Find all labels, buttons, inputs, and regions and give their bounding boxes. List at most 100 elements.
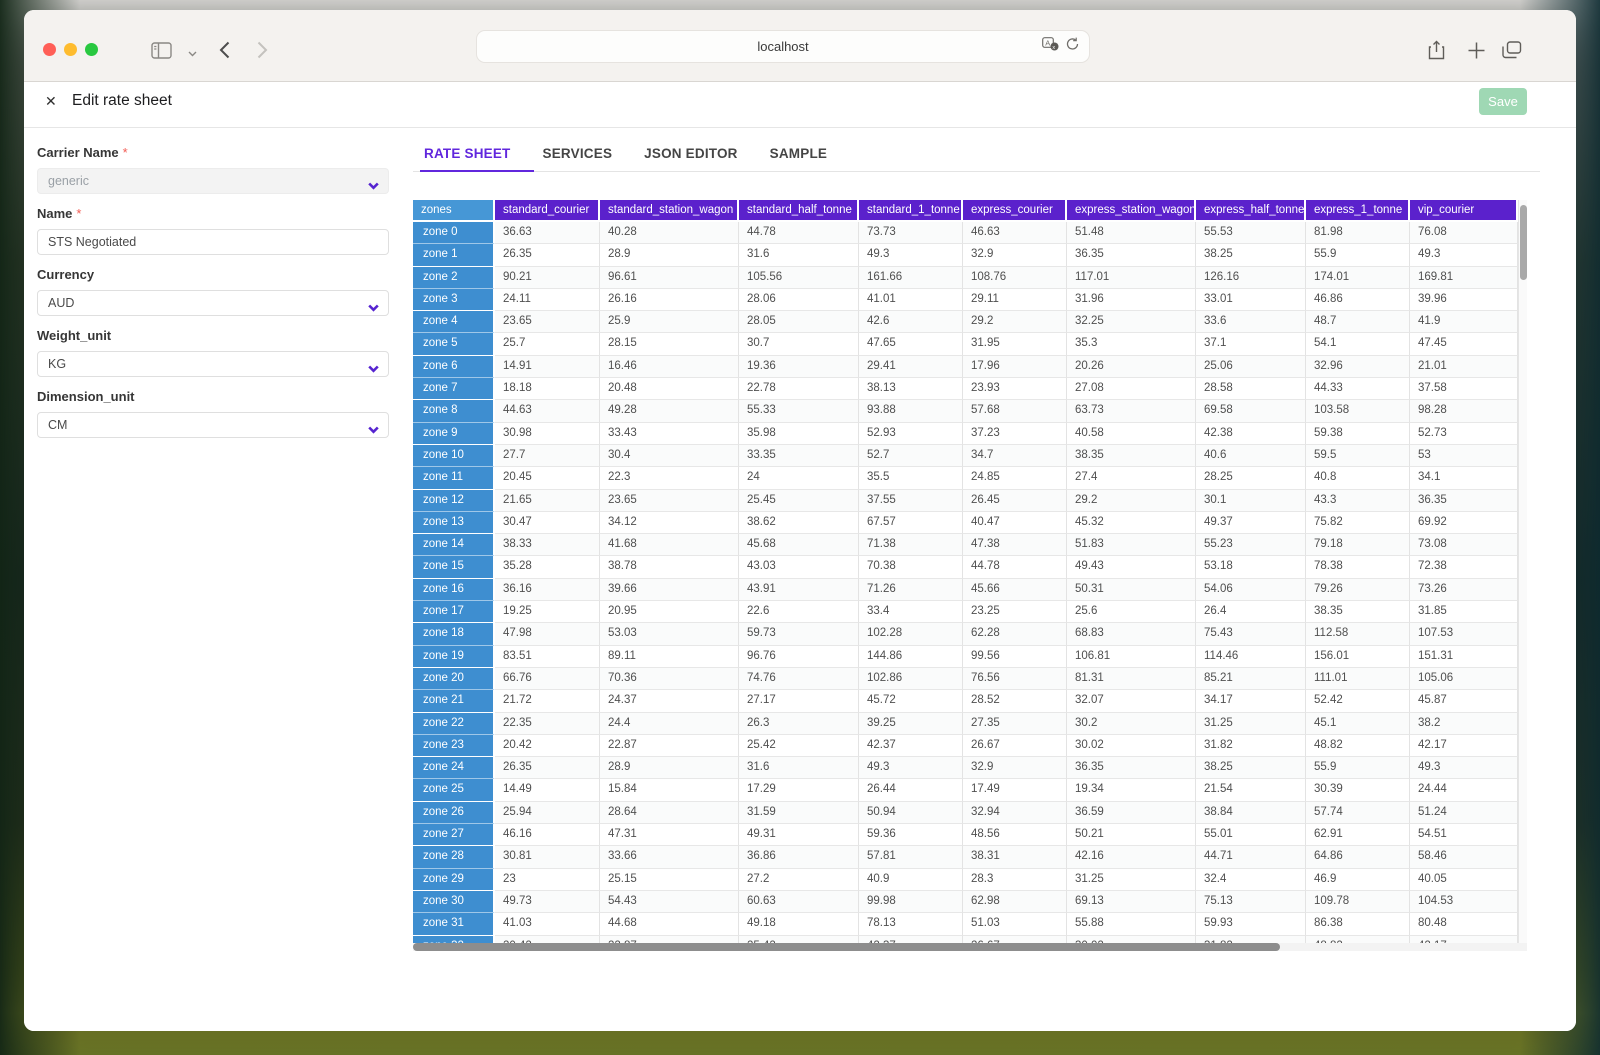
rate-cell[interactable]: 42.38 <box>1196 423 1306 445</box>
rate-cell[interactable]: 38.31 <box>963 846 1067 868</box>
minimize-window-button[interactable] <box>64 43 77 56</box>
rate-cell[interactable]: 28.25 <box>1196 467 1306 489</box>
rate-cell[interactable]: 22.6 <box>739 601 859 623</box>
rate-cell[interactable]: 31.6 <box>739 244 859 266</box>
rate-cell[interactable]: 62.98 <box>963 891 1067 913</box>
rate-cell[interactable]: 26.35 <box>495 757 600 779</box>
rate-cell[interactable]: 22.87 <box>600 735 739 757</box>
rate-cell[interactable]: 30.1 <box>1196 490 1306 512</box>
rate-cell[interactable]: 14.91 <box>495 356 600 378</box>
rate-cell[interactable]: 31.6 <box>739 757 859 779</box>
rate-cell[interactable]: 40.47 <box>963 512 1067 534</box>
rate-cell[interactable]: 53.03 <box>600 623 739 645</box>
rate-cell[interactable]: 104.53 <box>1410 891 1518 913</box>
rate-cell[interactable]: 31.82 <box>1196 735 1306 757</box>
carrier-name-select[interactable]: generic <box>37 168 389 194</box>
rate-cell[interactable]: 44.33 <box>1306 378 1410 400</box>
rate-cell[interactable]: 44.63 <box>495 400 600 422</box>
rate-cell[interactable]: 45.87 <box>1410 690 1518 712</box>
rate-cell[interactable]: 38.84 <box>1196 802 1306 824</box>
rate-cell[interactable]: 31.25 <box>1067 869 1196 891</box>
rate-cell[interactable]: 40.6 <box>1196 445 1306 467</box>
rate-cell[interactable]: 96.61 <box>600 267 739 289</box>
rate-cell[interactable]: 24.11 <box>495 289 600 311</box>
rate-cell[interactable]: 105.06 <box>1410 668 1518 690</box>
rate-cell[interactable]: 37.1 <box>1196 333 1306 355</box>
rate-cell[interactable]: 71.26 <box>859 579 963 601</box>
rate-cell[interactable]: 57.74 <box>1306 802 1410 824</box>
rate-cell[interactable]: 42.16 <box>1067 846 1196 868</box>
rate-cell[interactable]: 38.33 <box>495 534 600 556</box>
rate-cell[interactable]: 39.96 <box>1410 289 1518 311</box>
rate-cell[interactable]: 114.46 <box>1196 646 1306 668</box>
rate-cell[interactable]: 22.35 <box>495 713 600 735</box>
rate-cell[interactable]: 75.43 <box>1196 623 1306 645</box>
rate-cell[interactable]: 35.98 <box>739 423 859 445</box>
rate-cell[interactable]: 28.06 <box>739 289 859 311</box>
rate-cell[interactable]: 30.4 <box>600 445 739 467</box>
new-tab-icon[interactable] <box>1464 38 1488 62</box>
currency-select[interactable]: AUD <box>37 290 389 316</box>
rate-cell[interactable]: 32.96 <box>1306 356 1410 378</box>
rate-cell[interactable]: 31.85 <box>1410 601 1518 623</box>
rate-cell[interactable]: 83.51 <box>495 646 600 668</box>
rate-cell[interactable]: 34.7 <box>963 445 1067 467</box>
rate-cell[interactable]: 40.58 <box>1067 423 1196 445</box>
rate-cell[interactable]: 62.91 <box>1306 824 1410 846</box>
rate-cell[interactable]: 20.45 <box>495 467 600 489</box>
rate-cell[interactable]: 45.72 <box>859 690 963 712</box>
rate-cell[interactable]: 17.29 <box>739 779 859 801</box>
rate-cell[interactable]: 46.63 <box>963 222 1067 244</box>
tab-services[interactable]: SERVICES <box>539 144 636 171</box>
rate-cell[interactable]: 60.63 <box>739 891 859 913</box>
rate-cell[interactable]: 80.48 <box>1410 913 1518 935</box>
rate-cell[interactable]: 85.21 <box>1196 668 1306 690</box>
rate-cell[interactable]: 86.38 <box>1306 913 1410 935</box>
rate-cell[interactable]: 75.13 <box>1196 891 1306 913</box>
rate-cell[interactable]: 43.03 <box>739 556 859 578</box>
rate-cell[interactable]: 34.17 <box>1196 690 1306 712</box>
rate-cell[interactable]: 20.48 <box>600 378 739 400</box>
rate-cell[interactable]: 55.01 <box>1196 824 1306 846</box>
rate-cell[interactable]: 14.49 <box>495 779 600 801</box>
rate-cell[interactable]: 25.15 <box>600 869 739 891</box>
rate-cell[interactable]: 29.2 <box>1067 490 1196 512</box>
rate-cell[interactable]: 49.43 <box>1067 556 1196 578</box>
rate-cell[interactable]: 68.83 <box>1067 623 1196 645</box>
rate-cell[interactable]: 51.83 <box>1067 534 1196 556</box>
chevron-down-icon[interactable] <box>180 42 204 66</box>
rate-cell[interactable]: 32.9 <box>963 757 1067 779</box>
rate-cell[interactable]: 19.25 <box>495 601 600 623</box>
rate-cell[interactable]: 38.2 <box>1410 713 1518 735</box>
rate-cell[interactable]: 33.43 <box>600 423 739 445</box>
rate-cell[interactable]: 23.93 <box>963 378 1067 400</box>
address-bar[interactable]: localhost A x <box>476 30 1090 63</box>
rate-cell[interactable]: 38.25 <box>1196 244 1306 266</box>
rate-cell[interactable]: 31.25 <box>1196 713 1306 735</box>
rate-cell[interactable]: 26.4 <box>1196 601 1306 623</box>
rate-cell[interactable]: 102.86 <box>859 668 963 690</box>
rate-cell[interactable]: 73.08 <box>1410 534 1518 556</box>
rate-cell[interactable]: 93.88 <box>859 400 963 422</box>
rate-cell[interactable]: 24.37 <box>600 690 739 712</box>
rate-cell[interactable]: 111.01 <box>1306 668 1410 690</box>
dimension-unit-select[interactable]: CM <box>37 412 389 438</box>
rate-cell[interactable]: 108.76 <box>963 267 1067 289</box>
rate-cell[interactable]: 55.9 <box>1306 757 1410 779</box>
rate-cell[interactable]: 38.13 <box>859 378 963 400</box>
rate-cell[interactable]: 46.86 <box>1306 289 1410 311</box>
rate-cell[interactable]: 28.9 <box>600 757 739 779</box>
rate-cell[interactable]: 17.49 <box>963 779 1067 801</box>
rate-cell[interactable]: 59.36 <box>859 824 963 846</box>
rate-cell[interactable]: 23 <box>495 869 600 891</box>
rate-cell[interactable]: 69.92 <box>1410 512 1518 534</box>
rate-cell[interactable]: 41.03 <box>495 913 600 935</box>
rate-cell[interactable]: 28.3 <box>963 869 1067 891</box>
rate-cell[interactable]: 25.7 <box>495 333 600 355</box>
save-button[interactable]: Save <box>1479 88 1527 115</box>
rate-cell[interactable]: 69.58 <box>1196 400 1306 422</box>
tab-overview-icon[interactable] <box>1500 38 1524 62</box>
rate-cell[interactable]: 28.64 <box>600 802 739 824</box>
rate-cell[interactable]: 59.5 <box>1306 445 1410 467</box>
rate-cell[interactable]: 49.37 <box>1196 512 1306 534</box>
